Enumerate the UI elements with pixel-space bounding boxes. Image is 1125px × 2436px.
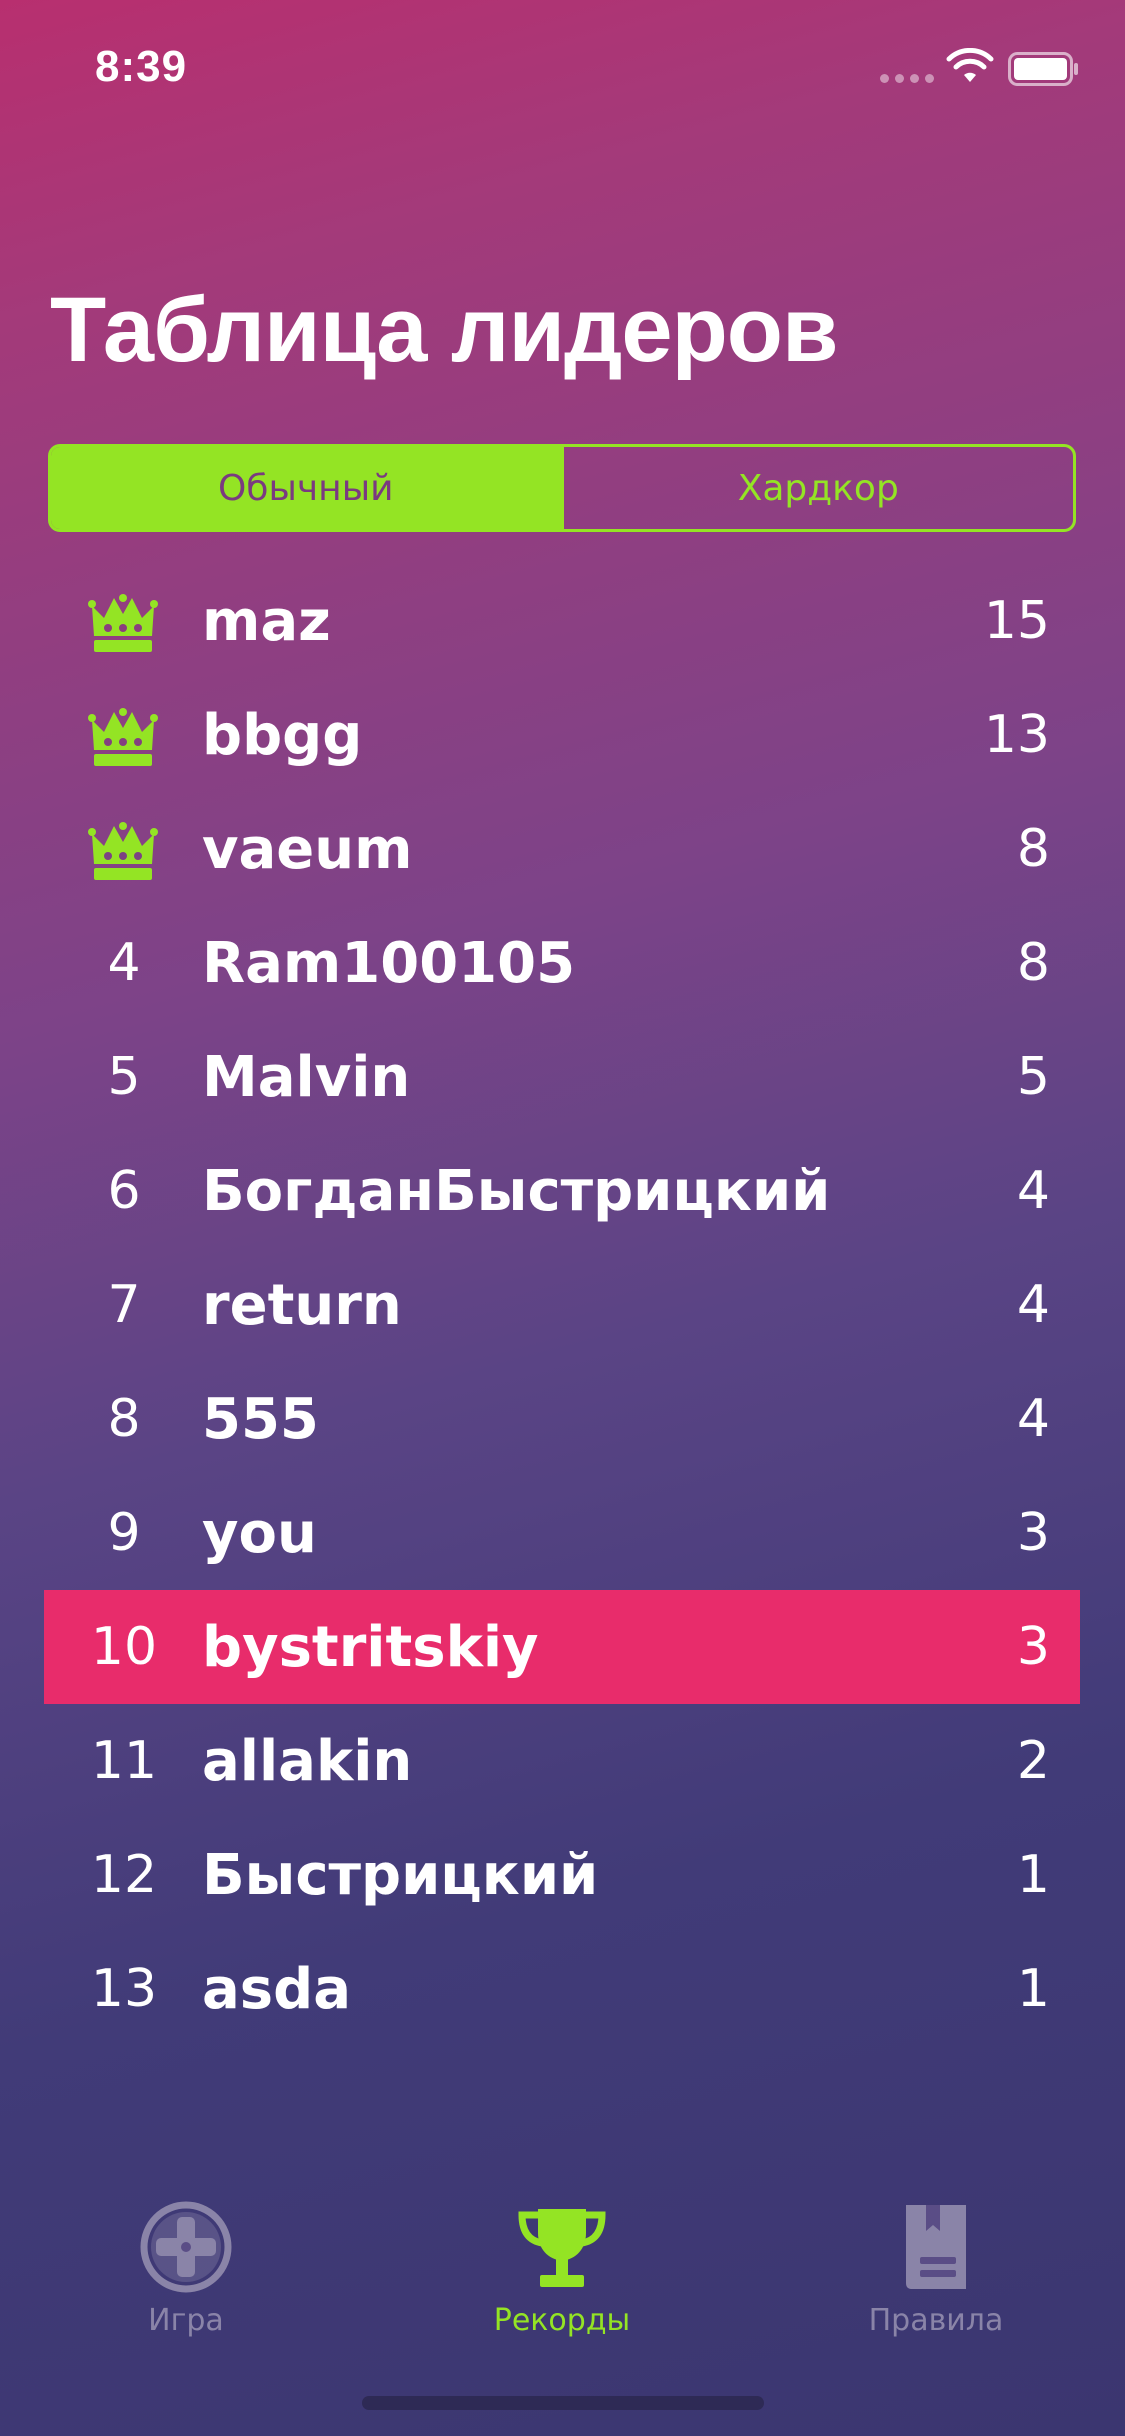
player-score: 4 <box>1016 1161 1050 1221</box>
leaderboard-row: 5 Malvin 5 <box>44 1020 1080 1134</box>
segment-normal[interactable]: Обычный <box>51 447 561 529</box>
leaderboard-row: 8 555 4 <box>44 1362 1080 1476</box>
player-name: bbgg <box>202 702 363 768</box>
tab-game[interactable]: Игра <box>36 2190 336 2338</box>
player-name: Ram100105 <box>202 930 576 996</box>
trophy-icon <box>518 2209 606 2287</box>
player-score: 1 <box>1016 1959 1050 2019</box>
mode-segmented-control: Обычный Хардкор <box>48 444 1076 532</box>
wifi-icon <box>946 48 994 82</box>
tab-rules[interactable]: Правила <box>786 2190 1086 2338</box>
player-name: asda <box>202 1956 351 2022</box>
player-score: 4 <box>1016 1275 1050 1335</box>
status-time: 8:39 <box>95 42 188 91</box>
leaderboard-row: 4 Ram100105 8 <box>44 906 1080 1020</box>
player-score: 1 <box>1016 1845 1050 1905</box>
player-rank: 11 <box>90 1731 158 1791</box>
player-rank: 5 <box>107 1047 141 1107</box>
home-indicator <box>362 2396 764 2410</box>
player-name: 555 <box>202 1386 319 1452</box>
player-rank: 12 <box>90 1845 158 1905</box>
player-name: return <box>202 1272 402 1338</box>
status-bar: 8:39 <box>0 0 1125 140</box>
gamepad-icon <box>140 2201 232 2293</box>
player-score: 15 <box>983 591 1050 651</box>
player-score: 3 <box>1016 1617 1050 1677</box>
player-rank: 9 <box>107 1503 141 1563</box>
leaderboard-row: vaeum 8 <box>44 792 1080 906</box>
player-rank: 10 <box>90 1617 158 1677</box>
tab-game-label: Игра <box>148 2303 224 2338</box>
tab-rules-label: Правила <box>868 2303 1004 2338</box>
player-name: Malvin <box>202 1044 411 1110</box>
tab-records[interactable]: Рекорды <box>412 2190 712 2338</box>
cellular-signal-icon <box>880 74 934 83</box>
player-rank: 8 <box>107 1389 141 1449</box>
player-rank: 7 <box>107 1275 141 1335</box>
crown-icon <box>88 822 158 880</box>
player-name: allakin <box>202 1728 413 1794</box>
player-score: 3 <box>1016 1503 1050 1563</box>
player-score: 8 <box>1016 933 1050 993</box>
leaderboard-row: 9 you 3 <box>44 1476 1080 1590</box>
player-name: bystritskiy <box>202 1614 539 1680</box>
book-icon <box>906 2205 966 2289</box>
player-rank: 4 <box>107 933 141 993</box>
tab-records-label: Рекорды <box>493 2303 631 2338</box>
player-score: 2 <box>1016 1731 1050 1791</box>
leaderboard-row: 11 allakin 2 <box>44 1704 1080 1818</box>
player-score: 8 <box>1016 819 1050 879</box>
crown-icon <box>88 594 158 652</box>
leaderboard-row: 6 БогданБыстрицкий 4 <box>44 1134 1080 1248</box>
player-name: vaeum <box>202 816 413 882</box>
player-name: you <box>202 1500 317 1566</box>
player-name: Быстрицкий <box>202 1842 599 1908</box>
page-title: Таблица лидеров <box>50 279 839 381</box>
leaderboard-row: 13 asda 1 <box>44 1932 1080 2046</box>
player-name: БогданБыстрицкий <box>202 1158 831 1224</box>
leaderboard-row: bbgg 13 <box>44 678 1080 792</box>
player-rank: 13 <box>90 1959 158 2019</box>
player-name: maz <box>202 588 331 654</box>
leaderboard-list: maz 15 bbgg 13 vaeum 8 4 Ram100105 8 5 M… <box>44 564 1080 2046</box>
segment-hardcore[interactable]: Хардкор <box>560 447 1074 529</box>
player-score: 5 <box>1016 1047 1050 1107</box>
battery-icon <box>1008 52 1078 86</box>
leaderboard-row: 7 return 4 <box>44 1248 1080 1362</box>
leaderboard-row: maz 15 <box>44 564 1080 678</box>
crown-icon <box>88 708 158 766</box>
leaderboard-row-current-user: 10 bystritskiy 3 <box>44 1590 1080 1704</box>
leaderboard-row: 12 Быстрицкий 1 <box>44 1818 1080 1932</box>
player-score: 4 <box>1016 1389 1050 1449</box>
player-rank: 6 <box>107 1161 141 1221</box>
tab-bar: Игра Рекорды Правила <box>0 2190 1125 2370</box>
player-score: 13 <box>983 705 1050 765</box>
